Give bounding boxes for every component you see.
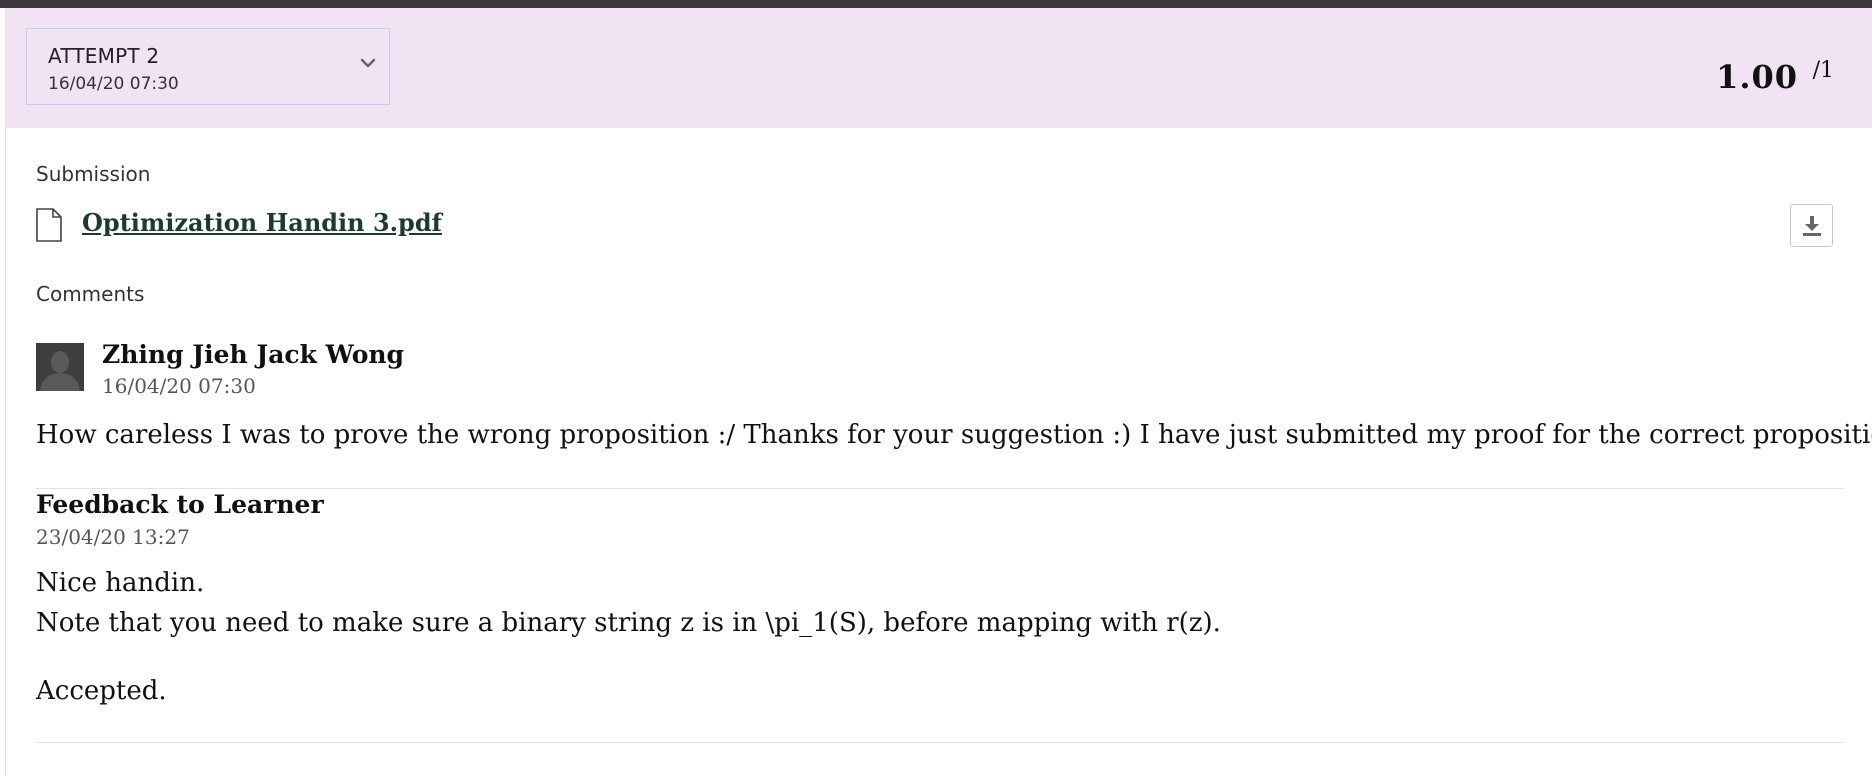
avatar-silhouette-icon <box>40 351 80 391</box>
comment-text: How careless I was to prove the wrong pr… <box>36 420 1872 450</box>
feedback-title: Feedback to Learner <box>36 490 324 519</box>
submission-file-link[interactable]: Optimization Handin 3.pdf <box>82 208 442 237</box>
comments-heading: Comments <box>36 282 145 306</box>
submission-heading: Submission <box>36 162 151 186</box>
grade-max: /1 <box>1812 58 1834 83</box>
chevron-down-icon <box>360 58 376 68</box>
top-bar <box>0 0 1872 8</box>
download-button[interactable] <box>1790 204 1833 247</box>
attempt-date: 16/04/20 07:30 <box>48 74 179 94</box>
divider <box>36 488 1844 489</box>
feedback-line: Nice handin. <box>36 568 205 598</box>
comment-author: Zhing Jieh Jack Wong <box>102 340 405 369</box>
grade-score: 1.00 <box>1716 58 1798 96</box>
attempt-selector[interactable]: ATTEMPT 2 16/04/20 07:30 <box>26 28 390 105</box>
feedback-line: Note that you need to make sure a binary… <box>36 608 1221 638</box>
feedback-date: 23/04/20 13:27 <box>36 525 190 549</box>
attempt-label: ATTEMPT 2 <box>48 44 160 68</box>
avatar <box>36 343 84 391</box>
file-icon <box>36 208 62 242</box>
download-icon <box>1803 216 1821 236</box>
comment-date: 16/04/20 07:30 <box>102 374 256 398</box>
divider <box>36 742 1844 743</box>
attempt-header: ATTEMPT 2 16/04/20 07:30 1.00 /1 <box>5 8 1872 128</box>
feedback-line: Accepted. <box>36 676 167 706</box>
